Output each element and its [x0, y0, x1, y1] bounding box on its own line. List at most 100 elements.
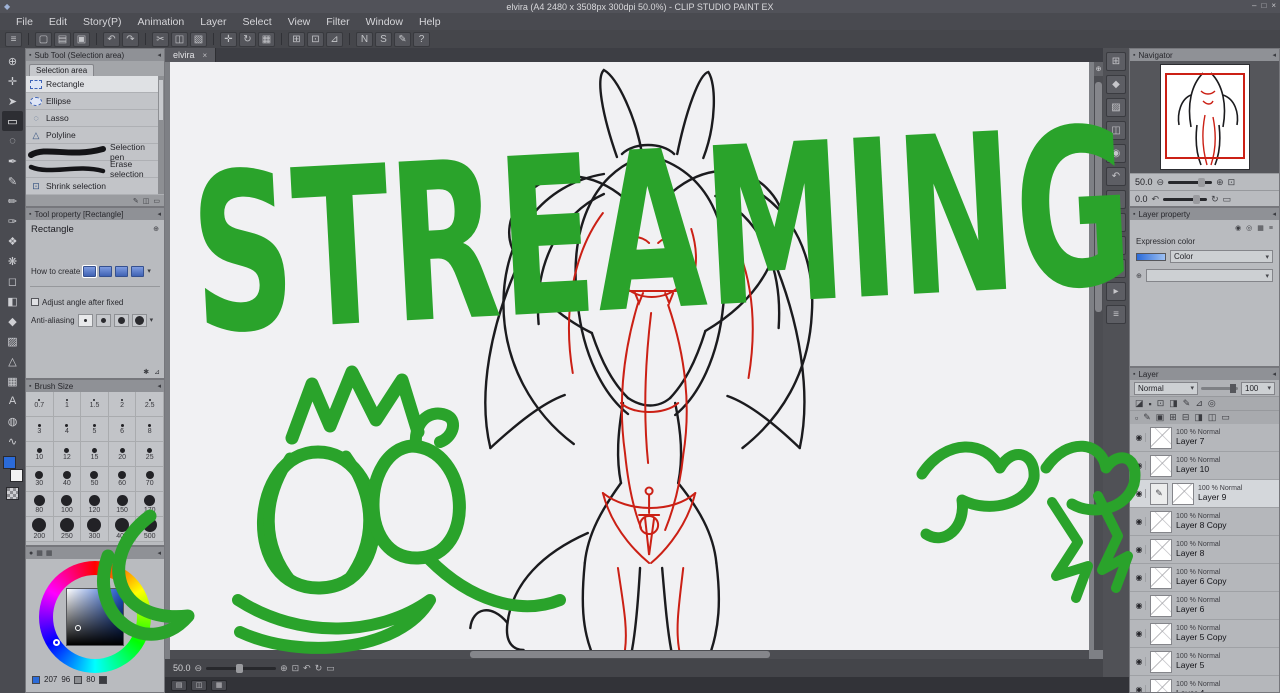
paste-icon[interactable]: ▧ [190, 32, 207, 47]
ruler-icon[interactable]: ⊿ [326, 32, 343, 47]
create-mode-new-icon[interactable] [83, 266, 96, 277]
panel-menu-icon[interactable]: ◂ [1272, 370, 1276, 378]
new-vector-layer-icon[interactable]: ✎ [1143, 412, 1151, 423]
close-tab-icon[interactable]: × [203, 51, 208, 60]
brush-size-cell[interactable]: 70 [136, 467, 164, 492]
brush-size-cell[interactable]: 6 [109, 417, 137, 442]
create-mode-add-icon[interactable] [99, 266, 112, 277]
rotate-cw-icon[interactable]: ↻ [1211, 194, 1219, 205]
brush-size-cell[interactable]: 2 [109, 392, 137, 417]
visibility-eye-icon[interactable]: ◉ [1133, 433, 1146, 442]
layer-row-selected[interactable]: ◉ ✎ 100 % NormalLayer 9 [1130, 480, 1279, 508]
layer-panel-icon[interactable]: ▤ [1106, 190, 1126, 209]
hue-ring[interactable] [39, 561, 151, 673]
brush-size-cell[interactable]: 5 [81, 417, 109, 442]
adjust-angle-checkbox[interactable] [31, 298, 39, 306]
chevron-down-icon[interactable]: ▾ [147, 267, 151, 275]
new-folder-icon[interactable]: ▣ [1156, 412, 1165, 423]
eyedropper-tool-icon[interactable]: ✒ [2, 151, 23, 171]
background-color-swatch[interactable] [10, 469, 23, 482]
navigator-thumbnail[interactable] [1160, 64, 1250, 170]
layer-thumbnail[interactable] [1150, 567, 1172, 589]
layer-thumbnail[interactable] [1150, 511, 1172, 533]
visibility-eye-icon[interactable]: ◉ [1133, 685, 1146, 692]
brush-size-cell[interactable]: 50 [81, 467, 109, 492]
tool-property-wrench-icon[interactable]: ⊿ [154, 368, 160, 376]
brush-size-cell[interactable]: 170 [136, 492, 164, 517]
pen-settings-icon[interactable]: ✎ [394, 32, 411, 47]
opacity-field[interactable]: 100 ▾ [1241, 382, 1275, 395]
new-file-icon[interactable]: ▢ [35, 32, 52, 47]
layer-thumbnail[interactable] [1150, 623, 1172, 645]
operation-tool-icon[interactable]: ➤ [2, 91, 23, 111]
layer-row[interactable]: ◉ 100 % NormalLayer 8 [1130, 536, 1279, 564]
eraser-tool-icon[interactable]: ◻ [2, 271, 23, 291]
frame-border-tool-icon[interactable]: ▦ [2, 371, 23, 391]
saturation-value-box[interactable] [66, 588, 124, 646]
delete-subtool-icon[interactable]: ▭ [153, 197, 160, 205]
sub-tool-scrollbar[interactable] [158, 76, 164, 194]
clip-to-layer-below-icon[interactable]: ◪ [1135, 398, 1144, 409]
navigator-zoom-slider[interactable] [1168, 181, 1212, 184]
layer-thumbnail[interactable] [1150, 595, 1172, 617]
history-panel-icon[interactable]: ↶ [1106, 167, 1126, 186]
tool-search-icon[interactable]: ⊕ [153, 225, 159, 233]
grid-effect-icon[interactable]: ▦ [1257, 224, 1264, 232]
sub-view-panel-icon[interactable]: ◫ [1106, 121, 1126, 140]
brush-size-cell[interactable]: 60 [109, 467, 137, 492]
menu-file[interactable]: File [8, 13, 41, 30]
create-mode-multiply-icon[interactable] [131, 266, 144, 277]
maximize-button[interactable]: □ [1261, 1, 1266, 10]
snap-to-ruler-icon[interactable]: ⊞ [288, 32, 305, 47]
stabilization-icon[interactable]: S [375, 32, 392, 47]
copy-icon[interactable]: ◫ [171, 32, 188, 47]
visibility-eye-icon[interactable]: ◉ [1133, 461, 1146, 470]
layer-property-panel-icon[interactable]: ◫ [1106, 213, 1126, 232]
list-effect-icon[interactable]: ≡ [1269, 225, 1273, 232]
rotate-ccw-icon[interactable]: ↶ [303, 663, 311, 674]
brush-size-cell[interactable]: 3 [26, 417, 54, 442]
airbrush-tool-icon[interactable]: ❖ [2, 231, 23, 251]
layer-row[interactable]: ◉ 100 % NormalLayer 6 [1130, 592, 1279, 620]
information-panel-icon[interactable]: ◉ [1106, 144, 1126, 163]
ruler-layer-icon[interactable]: ⊿ [1195, 398, 1203, 409]
rotate-cw-icon[interactable]: ↻ [315, 663, 323, 674]
layer-color-icon[interactable]: ◎ [1208, 398, 1216, 409]
search-layer-panel-icon[interactable]: ⊕ [1106, 236, 1126, 255]
chevron-down-icon[interactable]: ▾ [150, 316, 154, 324]
menu-view[interactable]: View [280, 13, 319, 30]
lasso-tool-icon[interactable]: ◌ [2, 131, 23, 151]
pen-tool-icon[interactable]: ✎ [2, 171, 23, 191]
layer-row[interactable]: ◉ 100 % NormalLayer 8 Copy [1130, 508, 1279, 536]
aa-strong-icon[interactable] [132, 314, 147, 327]
brush-size-cell[interactable]: 15 [81, 442, 109, 467]
pen-pressure-icon[interactable]: N [356, 32, 373, 47]
fit-to-screen-icon[interactable]: ⊡ [292, 663, 300, 674]
lock-transparent-pixels-icon[interactable]: ⊡ [1157, 398, 1165, 409]
zoom-in-icon[interactable]: ⊕ [1216, 177, 1224, 188]
brush-size-cell[interactable]: 2.5 [136, 392, 164, 417]
menu-filter[interactable]: Filter [318, 13, 357, 30]
panel-menu-icon[interactable]: ◂ [157, 382, 161, 390]
current-color-swatch[interactable] [32, 676, 40, 684]
menu-layer[interactable]: Layer [192, 13, 234, 30]
zoom-in-icon[interactable]: ⊕ [280, 663, 288, 674]
main-menu-icon[interactable]: ≡ [5, 32, 22, 47]
brush-size-cell[interactable]: 400 [109, 517, 137, 542]
duplicate-subtool-icon[interactable]: ◫ [143, 197, 150, 205]
text-tool-icon[interactable]: A [2, 391, 23, 411]
rotate-canvas-icon[interactable]: ↻ [239, 32, 256, 47]
layer-thumbnail[interactable] [1150, 679, 1172, 693]
panel-menu-icon[interactable]: ◂ [1272, 51, 1276, 59]
gradient-tool-icon[interactable]: ▨ [2, 331, 23, 351]
zoom-slider[interactable] [206, 667, 276, 670]
brush-size-cell[interactable]: 4 [54, 417, 82, 442]
brush-size-cell[interactable]: 1 [54, 392, 82, 417]
brush-size-cell[interactable]: 40 [54, 467, 82, 492]
all-panels-icon[interactable]: ≡ [1106, 305, 1126, 324]
blend-tool-icon[interactable]: ◧ [2, 291, 23, 311]
panel-menu-icon[interactable]: ◂ [157, 549, 161, 557]
visibility-eye-icon[interactable]: ◉ [1133, 545, 1146, 554]
layer-row[interactable]: ◉ 100 % NormalLayer 5 Copy [1130, 620, 1279, 648]
zoom-slider-thumb[interactable] [236, 664, 243, 673]
